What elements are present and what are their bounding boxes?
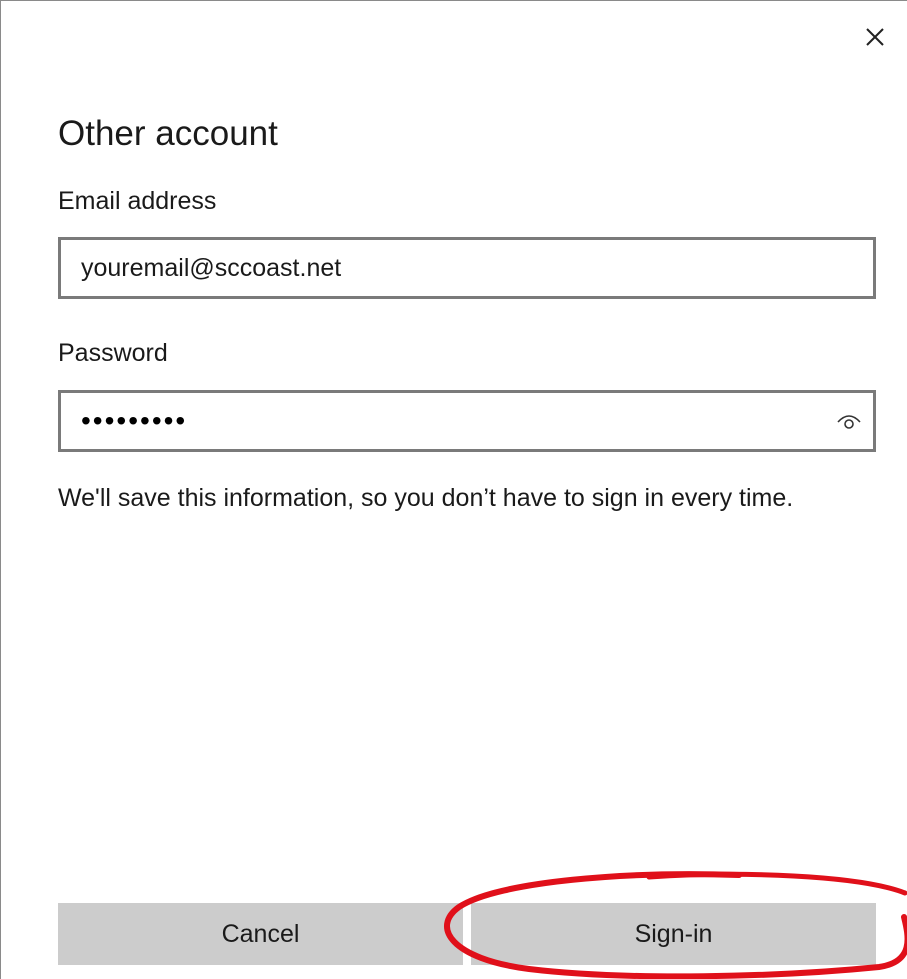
dialog-title: Other account: [58, 114, 278, 153]
password-field[interactable]: •••••••••: [58, 390, 876, 452]
eye-icon[interactable]: [835, 409, 863, 433]
email-label: Email address: [58, 187, 217, 215]
sign-in-button[interactable]: Sign-in: [471, 903, 876, 965]
close-icon: [866, 28, 884, 46]
password-label: Password: [58, 339, 168, 367]
password-value: •••••••••: [81, 405, 188, 436]
email-value: youremail@sccoast.net: [81, 253, 342, 282]
close-button[interactable]: [861, 23, 889, 51]
email-field[interactable]: youremail@sccoast.net: [58, 237, 876, 299]
sign-in-dialog: Other account Email address youremail@sc…: [0, 0, 907, 979]
save-info-text: We'll save this information, so you don’…: [58, 484, 794, 512]
cancel-button[interactable]: Cancel: [58, 903, 463, 965]
